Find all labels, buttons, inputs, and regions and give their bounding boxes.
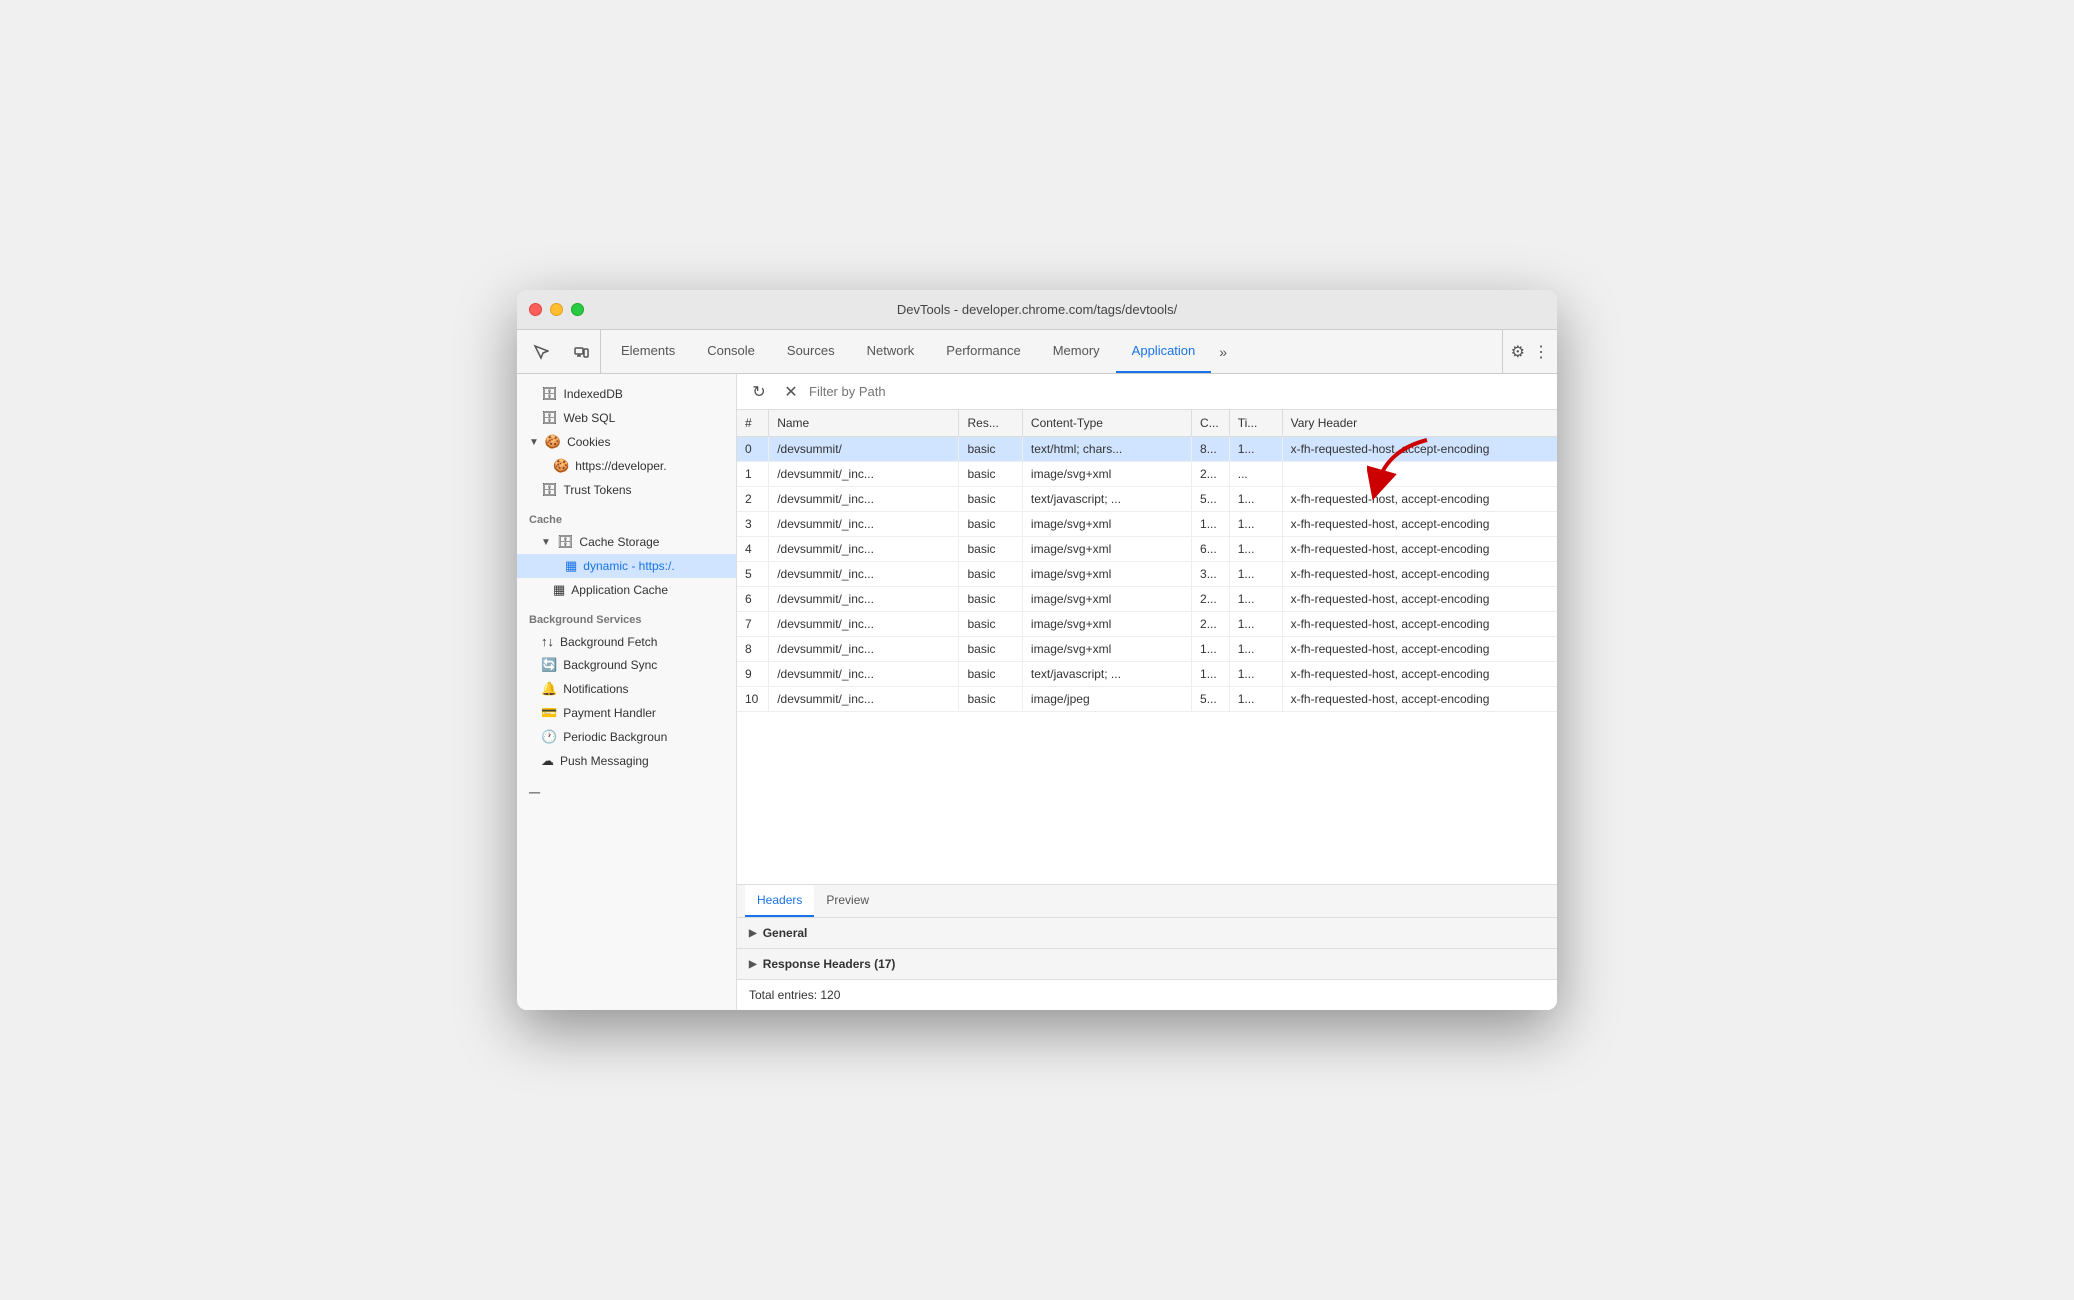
table-row[interactable]: 8/devsummit/_inc...basicimage/svg+xml1..…: [737, 637, 1557, 662]
traffic-lights: [529, 303, 584, 316]
general-section[interactable]: ▶ General: [737, 918, 1557, 949]
tab-console[interactable]: Console: [691, 330, 771, 373]
periodic-bg-icon: 🕐: [541, 729, 557, 745]
device-icon[interactable]: [561, 330, 601, 373]
response-headers-arrow: ▶: [749, 959, 757, 970]
devtools-window: DevTools - developer.chrome.com/tags/dev…: [517, 290, 1557, 1010]
filter-input[interactable]: [809, 384, 1549, 399]
cache-table: # Name Res... Content-Type C... Ti... Va…: [737, 410, 1557, 712]
table-row[interactable]: 6/devsummit/_inc...basicimage/svg+xml2..…: [737, 587, 1557, 612]
col-header-ti[interactable]: Ti...: [1229, 410, 1282, 437]
cookie-entry-icon: 🍪: [553, 458, 569, 474]
table-row[interactable]: 9/devsummit/_inc...basictext/javascript;…: [737, 662, 1557, 687]
general-arrow: ▶: [749, 928, 757, 939]
tab-preview[interactable]: Preview: [814, 885, 881, 917]
sidebar-item-bg-sync[interactable]: 🔄 Background Sync: [517, 653, 736, 677]
bg-fetch-icon: ↑↓: [541, 634, 554, 649]
tab-application[interactable]: Application: [1116, 330, 1212, 373]
sidebar-item-cookies-dev[interactable]: 🍪 https://developer.: [517, 454, 736, 478]
sidebar-item-trust-tokens[interactable]: 🗄 Trust Tokens: [517, 478, 736, 502]
col-header-vary[interactable]: Vary Header: [1282, 410, 1557, 437]
tab-elements[interactable]: Elements: [605, 330, 691, 373]
table-container: # Name Res... Content-Type C... Ti... Va…: [737, 410, 1557, 884]
tab-headers[interactable]: Headers: [745, 885, 814, 917]
window-title: DevTools - developer.chrome.com/tags/dev…: [897, 302, 1177, 317]
cookies-arrow: ▼: [529, 437, 539, 448]
filter-bar: ↻ ✕: [737, 374, 1557, 410]
total-entries: Total entries: 120: [737, 980, 1557, 1010]
table-header-row: # Name Res... Content-Type C... Ti... Va…: [737, 410, 1557, 437]
refresh-button[interactable]: ↻: [745, 378, 773, 406]
titlebar: DevTools - developer.chrome.com/tags/dev…: [517, 290, 1557, 330]
maximize-button[interactable]: [571, 303, 584, 316]
col-header-response[interactable]: Res...: [959, 410, 1022, 437]
tab-network[interactable]: Network: [851, 330, 931, 373]
sidebar-item-cache-storage[interactable]: ▼ 🗄 Cache Storage: [517, 530, 736, 554]
sidebar-item-application-cache[interactable]: ▦ Application Cache: [517, 578, 736, 602]
sidebar-item-bg-fetch[interactable]: ↑↓ Background Fetch: [517, 630, 736, 653]
dynamic-cache-icon: ▦: [565, 558, 577, 574]
sidebar-item-periodic-bg[interactable]: 🕐 Periodic Backgroun: [517, 725, 736, 749]
trust-tokens-icon: 🗄: [541, 482, 558, 498]
table-row[interactable]: 0/devsummit/basictext/html; chars...8...…: [737, 437, 1557, 462]
clear-button[interactable]: ✕: [777, 378, 805, 406]
sidebar-item-dynamic-cache[interactable]: ▦ dynamic - https:/.: [517, 554, 736, 578]
payment-handler-icon: 💳: [541, 705, 557, 721]
indexeddb-icon: 🗄: [541, 386, 558, 402]
sidebar-collapse-btn[interactable]: –: [517, 773, 736, 812]
sidebar: 🗄 IndexedDB 🗄 Web SQL ▼ 🍪 Cookies 🍪 http…: [517, 374, 737, 1010]
minimize-button[interactable]: [550, 303, 563, 316]
websql-icon: 🗄: [541, 410, 558, 426]
sidebar-item-notifications[interactable]: 🔔 Notifications: [517, 677, 736, 701]
tab-memory[interactable]: Memory: [1037, 330, 1116, 373]
sidebar-item-payment-handler[interactable]: 💳 Payment Handler: [517, 701, 736, 725]
cache-storage-icon: 🗄: [557, 534, 574, 550]
tab-performance[interactable]: Performance: [930, 330, 1036, 373]
table-row[interactable]: 4/devsummit/_inc...basicimage/svg+xml6..…: [737, 537, 1557, 562]
content-panel: ↻ ✕: [737, 374, 1557, 1010]
close-button[interactable]: [529, 303, 542, 316]
inspect-icon[interactable]: [521, 330, 561, 373]
notifications-icon: 🔔: [541, 681, 557, 697]
col-header-hash[interactable]: #: [737, 410, 769, 437]
table-row[interactable]: 2/devsummit/_inc...basictext/javascript;…: [737, 487, 1557, 512]
response-headers-section[interactable]: ▶ Response Headers (17): [737, 949, 1557, 980]
bottom-panel: Headers Preview ▶ General ▶ Response Hea…: [737, 884, 1557, 1010]
sidebar-item-push-messaging[interactable]: ☁ Push Messaging: [517, 749, 736, 773]
table-row[interactable]: 7/devsummit/_inc...basicimage/svg+xml2..…: [737, 612, 1557, 637]
col-header-content-type[interactable]: Content-Type: [1022, 410, 1191, 437]
main-content: 🗄 IndexedDB 🗄 Web SQL ▼ 🍪 Cookies 🍪 http…: [517, 374, 1557, 1010]
col-header-c[interactable]: C...: [1192, 410, 1230, 437]
cookies-icon: 🍪: [545, 434, 561, 450]
sidebar-item-cookies[interactable]: ▼ 🍪 Cookies: [517, 430, 736, 454]
more-options-icon[interactable]: ⋮: [1533, 342, 1549, 362]
sidebar-item-websql[interactable]: 🗄 Web SQL: [517, 406, 736, 430]
cache-storage-arrow: ▼: [541, 537, 551, 548]
tabbar: Elements Console Sources Network Perform…: [517, 330, 1557, 374]
col-header-name[interactable]: Name: [769, 410, 959, 437]
table-row[interactable]: 10/devsummit/_inc...basicimage/jpeg5...1…: [737, 687, 1557, 712]
more-tabs-button[interactable]: »: [1211, 330, 1235, 373]
panel-tabs: Headers Preview: [737, 885, 1557, 918]
table-row[interactable]: 5/devsummit/_inc...basicimage/svg+xml3..…: [737, 562, 1557, 587]
settings-area: ⚙ ⋮: [1502, 330, 1557, 373]
cache-section-label: Cache: [517, 502, 736, 530]
push-messaging-icon: ☁: [541, 753, 554, 769]
app-cache-icon: ▦: [553, 582, 565, 598]
table-row[interactable]: 3/devsummit/_inc...basicimage/svg+xml1..…: [737, 512, 1557, 537]
bg-services-section-label: Background Services: [517, 602, 736, 630]
table-row[interactable]: 1/devsummit/_inc...basicimage/svg+xml2..…: [737, 462, 1557, 487]
tab-sources[interactable]: Sources: [771, 330, 851, 373]
bg-sync-icon: 🔄: [541, 657, 557, 673]
settings-icon[interactable]: ⚙: [1511, 342, 1525, 362]
sidebar-item-indexeddb[interactable]: 🗄 IndexedDB: [517, 382, 736, 406]
